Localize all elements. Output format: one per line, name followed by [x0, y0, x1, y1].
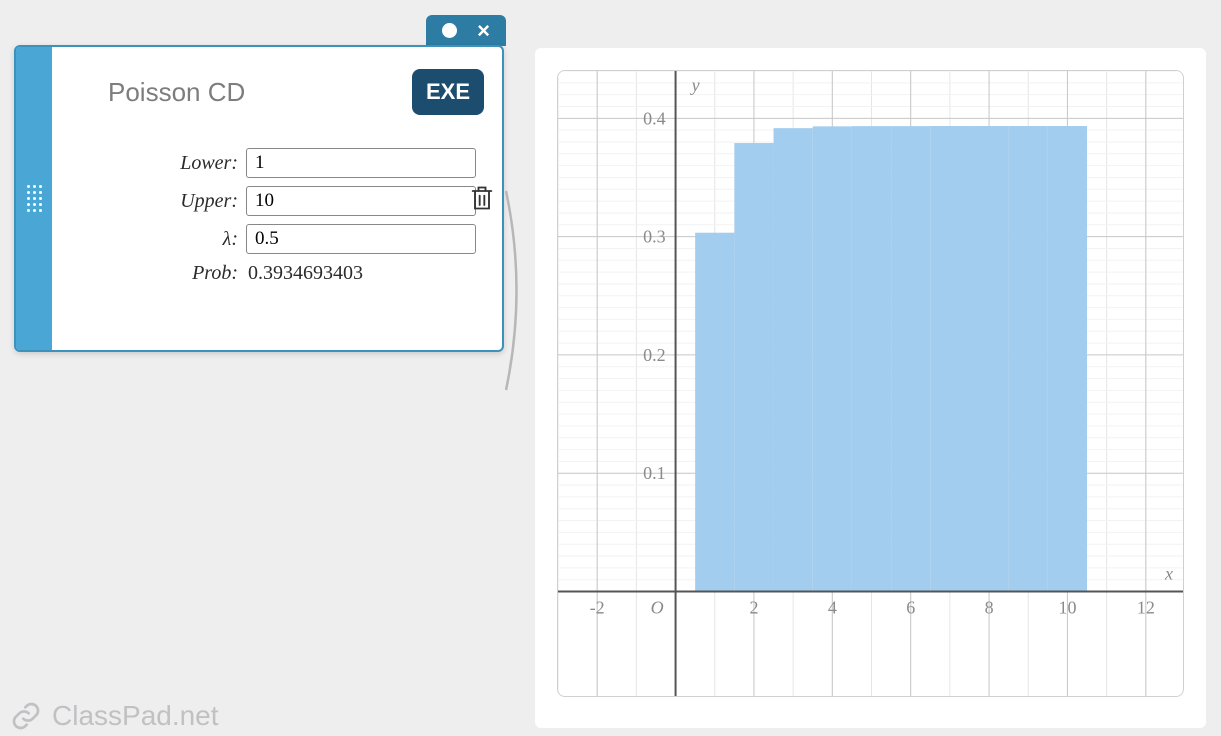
svg-text:y: y	[690, 75, 700, 95]
svg-text:0.3: 0.3	[643, 227, 666, 247]
svg-text:x: x	[1164, 564, 1173, 584]
svg-text:0.2: 0.2	[643, 345, 666, 365]
brand-name: ClassPad.net	[52, 700, 219, 732]
chart-plot-area[interactable]: -2 2 4 6 8 10 12 0.1 0.2 0.3 0.4 Ox y	[557, 70, 1184, 697]
svg-text:O: O	[651, 598, 664, 618]
svg-text:8: 8	[985, 598, 994, 618]
value-prob: 0.3934693403	[246, 262, 363, 285]
label-lambda: λ:	[70, 228, 246, 251]
label-upper: Upper:	[70, 190, 246, 213]
input-lambda[interactable]	[246, 224, 476, 254]
row-lambda: λ:	[70, 224, 484, 254]
poisson-panel: Poisson CD EXE Lower: Upper: λ: Prob: 0.…	[14, 45, 504, 352]
svg-text:-2: -2	[590, 598, 605, 618]
grip-icon	[27, 185, 42, 212]
svg-text:6: 6	[906, 598, 915, 618]
chart-card: -2 2 4 6 8 10 12 0.1 0.2 0.3 0.4 Ox y	[535, 48, 1206, 728]
panel-tab: ×	[426, 15, 506, 46]
svg-text:0.4: 0.4	[643, 108, 666, 128]
svg-text:4: 4	[828, 598, 837, 618]
trash-icon[interactable]	[468, 184, 496, 212]
chart-svg: -2 2 4 6 8 10 12 0.1 0.2 0.3 0.4 Ox y	[558, 71, 1184, 697]
row-upper: Upper:	[70, 186, 484, 216]
svg-text:2: 2	[749, 598, 758, 618]
row-lower: Lower:	[70, 148, 484, 178]
execute-button[interactable]: EXE	[412, 69, 484, 115]
svg-text:0.1: 0.1	[643, 463, 666, 483]
svg-text:10: 10	[1058, 598, 1076, 618]
close-icon[interactable]: ×	[477, 20, 490, 42]
input-lower[interactable]	[246, 148, 476, 178]
tab-indicator-dot	[442, 23, 457, 38]
row-prob: Prob: 0.3934693403	[70, 262, 484, 285]
label-prob: Prob:	[70, 262, 246, 285]
svg-text:12: 12	[1137, 598, 1155, 618]
label-lower: Lower:	[70, 152, 246, 175]
panel-body: Poisson CD EXE Lower: Upper: λ: Prob: 0.…	[52, 47, 502, 350]
brand-footer: ClassPad.net	[10, 700, 219, 732]
input-upper[interactable]	[246, 186, 476, 216]
drag-handle[interactable]	[16, 47, 52, 350]
link-icon	[10, 700, 42, 732]
connector-line	[505, 190, 535, 400]
